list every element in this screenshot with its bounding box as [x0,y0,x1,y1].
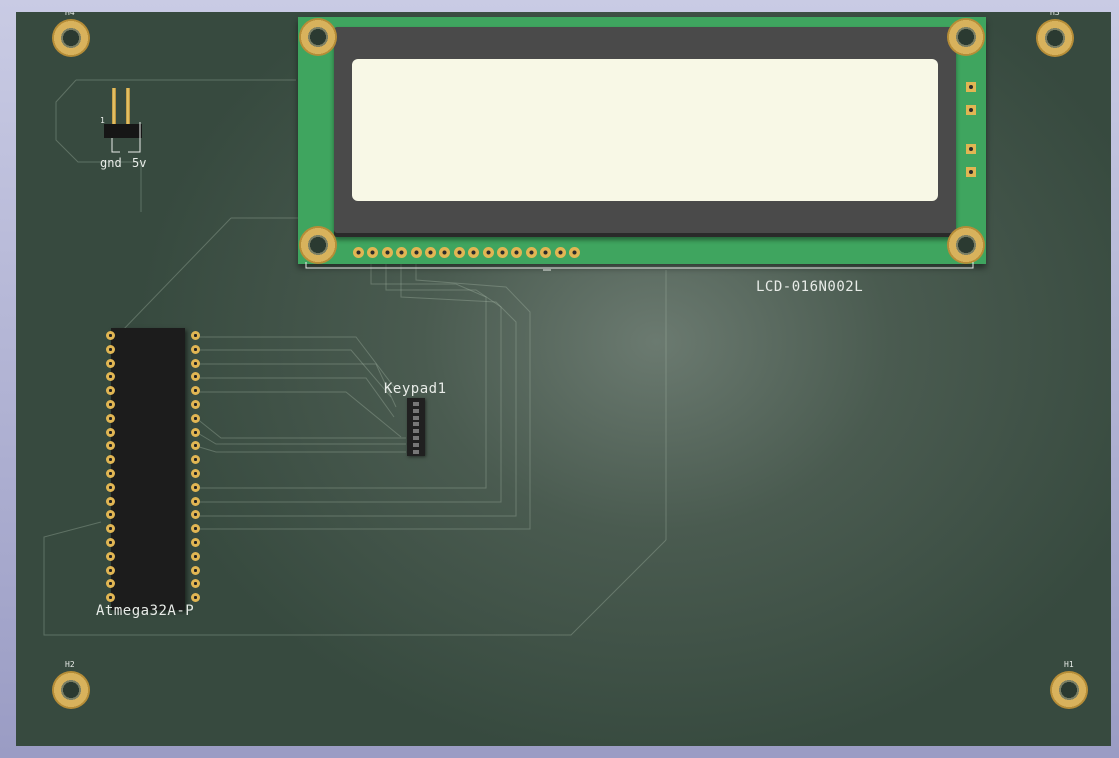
keypad-pin [413,408,419,413]
mcu-pad [191,565,200,575]
keypad-pin [413,415,419,420]
keypad-pin [413,449,419,454]
keypad-pin [413,422,419,427]
mcu-pad [191,358,200,368]
mcu-pad [191,482,200,492]
mcu-pad [106,331,115,340]
mcu-pad [106,413,115,423]
mcu-pad [191,469,200,478]
keypad-pin [413,402,419,406]
mcu-pad [106,565,115,575]
keypad-connector [407,398,425,456]
mcu-label: Atmega32A-P [96,603,195,619]
mcu-pad [191,538,200,547]
mcu-pad [106,344,115,354]
mcu-pad [191,551,200,561]
keypad-pin [413,436,419,440]
mcu-pad [191,400,200,409]
mcu-pad [106,538,115,547]
mcu-pad [106,400,115,409]
mcu-chip [111,328,185,610]
mcu-pad [106,358,115,368]
mcu-pad [191,427,200,437]
mcu-pad [106,551,115,561]
pcb-board: H4 H3 H2 H1 1 gnd 5v LCD-016N002L Keypad… [16,12,1111,746]
mcu-pad [191,413,200,423]
mcu-pad [191,496,200,506]
mcu-pad [106,427,115,437]
keypad-label: Keypad1 [384,381,447,397]
mcu-pad [106,482,115,492]
mcu-pad [106,469,115,478]
mcu-pad [191,344,200,354]
mcu-pad [191,331,200,340]
lcd-label: LCD-016N002L [756,279,864,295]
keypad-pin [413,442,419,447]
mcu-pad [106,496,115,506]
keypad-pin [413,429,419,434]
